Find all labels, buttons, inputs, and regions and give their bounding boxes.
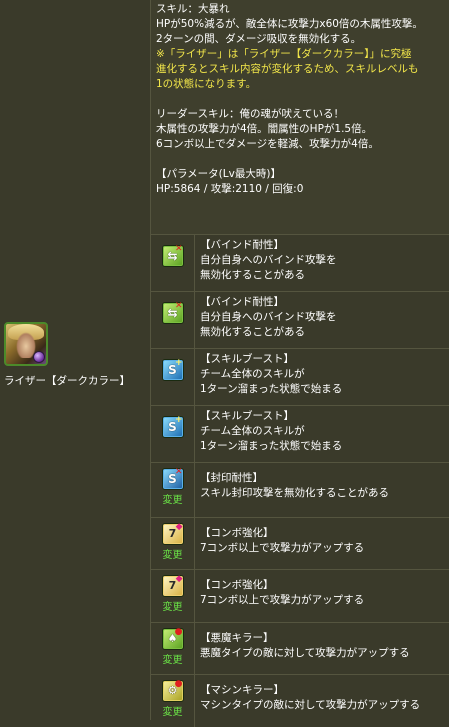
- monster-name[interactable]: ライザー【ダークカラー】: [4, 374, 150, 389]
- awakening-icon-cell: ⇆ ✕: [151, 292, 195, 348]
- awakening-icon-cell: 7 ◆ 変更: [151, 570, 195, 622]
- skill-boost-icon[interactable]: S +: [161, 416, 184, 438]
- awakening-row: ♠ ● 変更 【悪魔キラー】 悪魔タイプの敵に対して攻撃力がアップする: [151, 623, 449, 675]
- awakening-desc: 自分自身へのバインド攻撃を: [200, 311, 337, 323]
- awakening-desc: チーム全体のスキルが: [200, 368, 305, 380]
- awakening-icon-cell: S +: [151, 406, 195, 462]
- change-label: 変更: [162, 707, 183, 718]
- awakening-row: ⇆ ✕ 【バインド耐性】 自分自身へのバインド攻撃を 無効化することがある: [151, 292, 449, 349]
- awakening-text: 【スキルブースト】 チーム全体のスキルが 1ターン溜まった状態で始まる: [195, 406, 342, 462]
- active-skill-desc-2: 2ターンの間、ダメージ吸収を無効化する。: [156, 33, 362, 45]
- awakening-row: S ✕ 変更 【封印耐性】 スキル封印攻撃を無効化することがある: [151, 463, 449, 518]
- leader-skill-desc-1: 木属性の攻撃力が4倍。闇属性のHPが1.5倍。: [156, 123, 373, 135]
- leader-skill-desc-2: 6コンボ以上でダメージを軽減、攻撃力が4倍。: [156, 138, 379, 150]
- awakening-title: 【マシンキラー】: [200, 684, 284, 696]
- skill-seal-resist-icon[interactable]: S ✕: [161, 468, 184, 490]
- awakening-title: 【スキルブースト】: [200, 410, 294, 422]
- monster-summary: ライザー【ダークカラー】: [4, 322, 150, 389]
- awakening-row: 7 ◆ 変更 【コンボ強化】 7コンボ以上で攻撃力がアップする: [151, 570, 449, 623]
- change-label: 変更: [162, 495, 183, 506]
- combo-boost-icon[interactable]: 7 ◆: [161, 523, 184, 545]
- awakening-title: 【コンボ強化】: [200, 527, 274, 539]
- awakening-icon-cell: 7 ◆ 変更: [151, 518, 195, 569]
- awakening-title: 【封印耐性】: [200, 472, 263, 484]
- change-label: 変更: [162, 602, 183, 613]
- skill-info: スキル：大暴れ HPが50%減るが、敵全体に攻撃力x60倍の木属性攻撃。 2ター…: [151, 0, 449, 235]
- awakening-title: 【バインド耐性】: [200, 296, 284, 308]
- awakening-text: 【スキルブースト】 チーム全体のスキルが 1ターン溜まった状態で始まる: [195, 349, 342, 405]
- awakening-text: 【コンボ強化】 7コンボ以上で攻撃力がアップする: [195, 518, 364, 569]
- awakening-title: 【バインド耐性】: [200, 239, 284, 251]
- awakening-desc: 悪魔タイプの敵に対して攻撃力がアップする: [200, 647, 410, 659]
- awakening-desc: 無効化することがある: [200, 269, 305, 281]
- params-header: 【パラメータ(Lv最大時)】: [156, 168, 281, 180]
- awakening-text: 【バインド耐性】 自分自身へのバインド攻撃を 無効化することがある: [195, 292, 337, 348]
- awakening-row: S + 【スキルブースト】 チーム全体のスキルが 1ターン溜まった状態で始まる: [151, 349, 449, 406]
- active-skill-name: スキル：大暴れ: [156, 3, 230, 15]
- skill-note-2: 進化するとスキル内容が変化するため、スキルレベルも: [156, 63, 419, 75]
- awakening-list: ⇆ ✕ 【バインド耐性】 自分自身へのバインド攻撃を 無効化することがある ⇆ ✕ …: [151, 235, 449, 727]
- awakening-title: 【悪魔キラー】: [200, 632, 274, 644]
- attribute-orb-icon: [33, 351, 45, 363]
- devil-killer-icon[interactable]: ♠ ●: [161, 628, 184, 650]
- awakening-desc: チーム全体のスキルが: [200, 425, 305, 437]
- awakening-text: 【コンボ強化】 7コンボ以上で攻撃力がアップする: [195, 570, 364, 622]
- active-skill-desc-1: HPが50%減るが、敵全体に攻撃力x60倍の木属性攻撃。: [156, 18, 423, 30]
- awakening-text: 【バインド耐性】 自分自身へのバインド攻撃を 無効化することがある: [195, 235, 337, 291]
- awakening-icon-cell: ⚙ ● 変更: [151, 675, 195, 727]
- monster-detail-page: ライザー【ダークカラー】 スキル：大暴れ HPが50%減るが、敵全体に攻撃力x6…: [0, 0, 449, 727]
- awakening-desc: スキル封印攻撃を無効化することがある: [200, 487, 389, 499]
- awakening-row: ⚙ ● 変更 【マシンキラー】 マシンタイプの敵に対して攻撃力がアップする: [151, 675, 449, 727]
- awakening-desc: 1ターン溜まった状態で始まる: [200, 440, 343, 452]
- awakening-text: 【悪魔キラー】 悪魔タイプの敵に対して攻撃力がアップする: [195, 623, 410, 674]
- awakening-icon-cell: ⇆ ✕: [151, 235, 195, 291]
- awakening-desc: マシンタイプの敵に対して攻撃力がアップする: [200, 699, 421, 711]
- raiser-dark-portrait-icon[interactable]: [4, 322, 48, 366]
- awakening-title: 【スキルブースト】: [200, 353, 294, 365]
- skill-note-3: 1の状態になります。: [156, 78, 257, 90]
- awakening-title: 【コンボ強化】: [200, 579, 274, 591]
- monster-column: ライザー【ダークカラー】: [0, 0, 151, 720]
- awakening-icon-cell: ♠ ● 変更: [151, 623, 195, 674]
- combo-boost-icon[interactable]: 7 ◆: [161, 575, 184, 597]
- awakening-text: 【マシンキラー】 マシンタイプの敵に対して攻撃力がアップする: [195, 675, 420, 727]
- leader-skill-name: リーダースキル：俺の魂が吠えている！: [156, 108, 344, 120]
- awakening-text: 【封印耐性】 スキル封印攻撃を無効化することがある: [195, 463, 389, 517]
- bind-resist-icon[interactable]: ⇆ ✕: [161, 302, 184, 324]
- awakening-desc: 1ターン溜まった状態で始まる: [200, 383, 343, 395]
- awakening-icon-cell: S ✕ 変更: [151, 463, 195, 517]
- awakening-desc: 自分自身へのバインド攻撃を: [200, 254, 337, 266]
- awakening-desc: 無効化することがある: [200, 326, 305, 338]
- awakening-desc: 7コンボ以上で攻撃力がアップする: [200, 542, 365, 554]
- params-stats: HP:5864 / 攻撃:2110 / 回復:0: [156, 183, 304, 195]
- awakening-row: 7 ◆ 変更 【コンボ強化】 7コンボ以上で攻撃力がアップする: [151, 518, 449, 570]
- awakening-icon-cell: S +: [151, 349, 195, 405]
- awakening-row: S + 【スキルブースト】 チーム全体のスキルが 1ターン溜まった状態で始まる: [151, 406, 449, 463]
- bind-resist-icon[interactable]: ⇆ ✕: [161, 245, 184, 267]
- awakening-row: ⇆ ✕ 【バインド耐性】 自分自身へのバインド攻撃を 無効化することがある: [151, 235, 449, 292]
- skill-note-1: ※「ライザー」は「ライザー【ダークカラー】」に究極: [156, 48, 412, 60]
- change-label: 変更: [162, 655, 183, 666]
- skill-boost-icon[interactable]: S +: [161, 359, 184, 381]
- machine-killer-icon[interactable]: ⚙ ●: [161, 680, 184, 702]
- awakening-desc: 7コンボ以上で攻撃力がアップする: [200, 594, 365, 606]
- change-label: 変更: [162, 550, 183, 561]
